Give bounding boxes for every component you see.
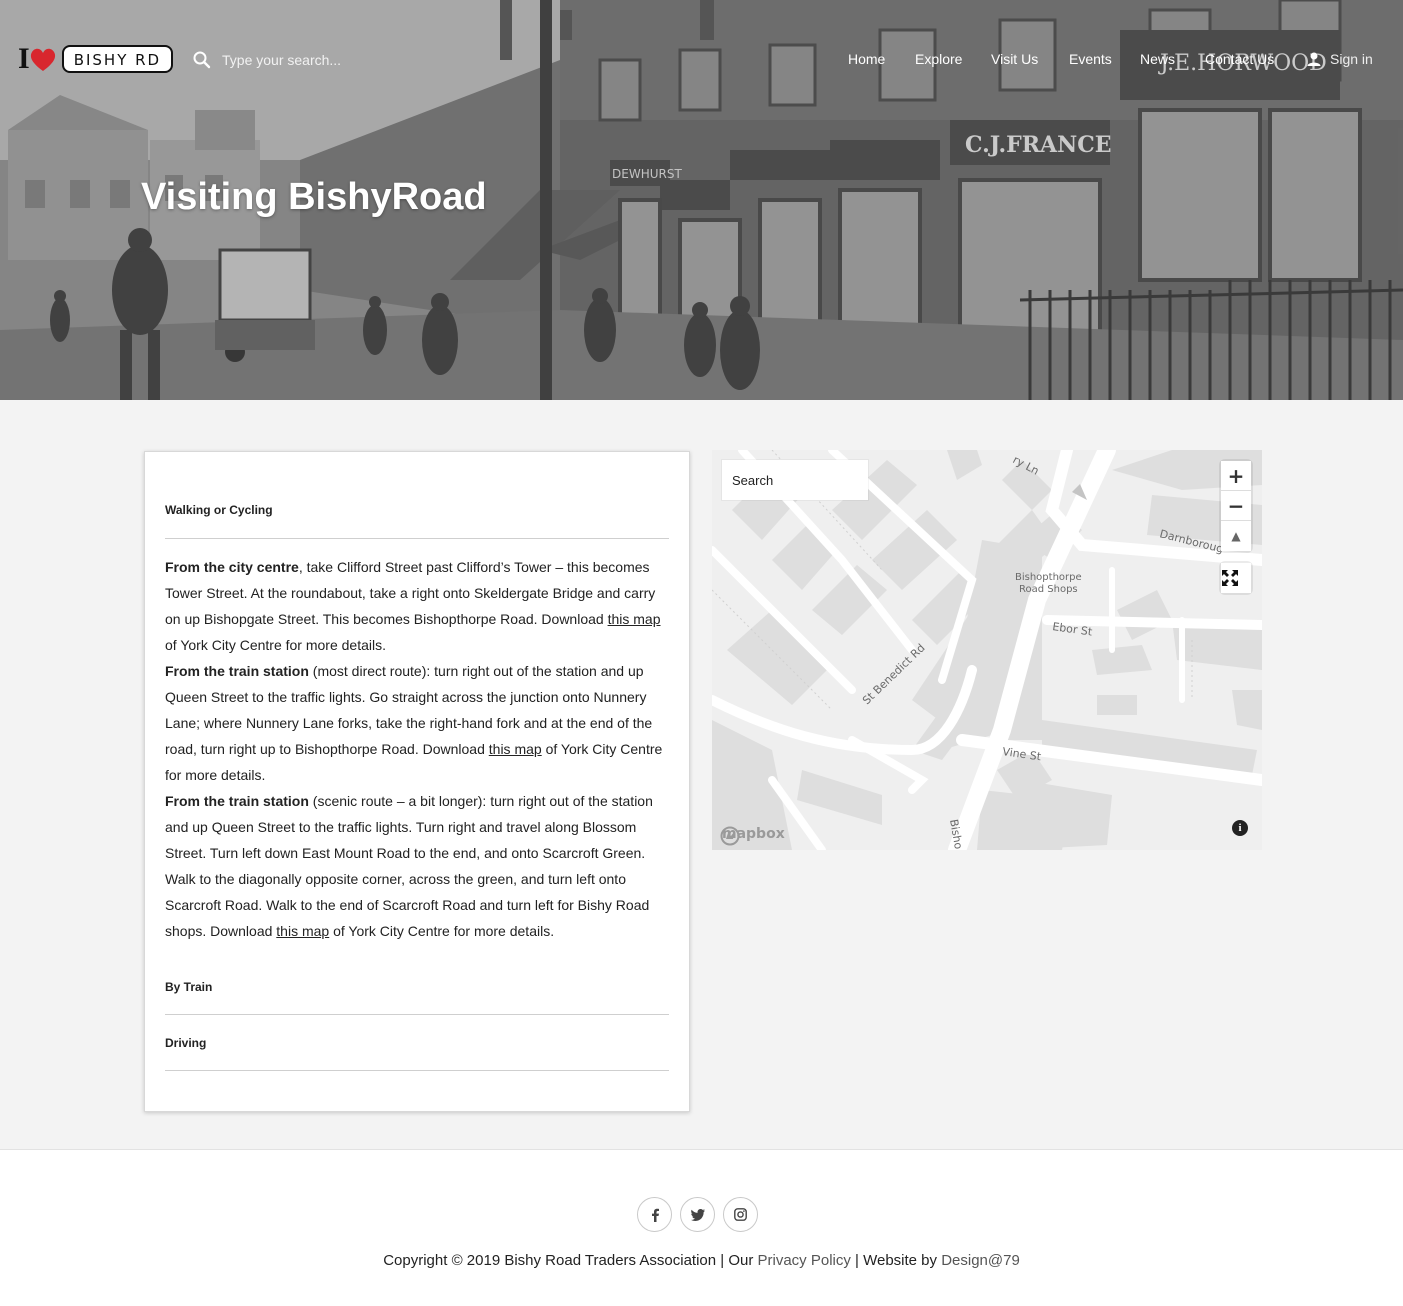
twitter-link[interactable]	[680, 1197, 715, 1232]
accordion-body-walking: From the city centre, take Clifford Stre…	[165, 554, 665, 944]
designer-link[interactable]: Design@79	[941, 1252, 1020, 1269]
directions-card: Walking or Cycling From the city centre,…	[144, 451, 690, 1112]
nav-home[interactable]: Home	[848, 51, 885, 67]
map-nav-controls: + − ▲	[1221, 461, 1251, 551]
fullscreen-button[interactable]	[1221, 563, 1251, 593]
route-text: (scenic route – a bit longer): turn righ…	[165, 793, 653, 939]
site-footer: Copyright © 2019 Bishy Road Traders Asso…	[0, 1149, 1403, 1306]
page-title: Visiting BishyRoad	[141, 176, 487, 218]
privacy-policy-link[interactable]: Privacy Policy	[758, 1252, 851, 1269]
accordion-header-driving[interactable]: Driving	[165, 1036, 206, 1050]
route-name: From the train station	[165, 663, 309, 679]
directions-paragraph: From the train station (most direct rout…	[165, 658, 665, 788]
zoom-out-button[interactable]: −	[1221, 491, 1251, 521]
nav-visit-us[interactable]: Visit Us	[991, 51, 1038, 67]
hero-banner: DEWHURST C.J.FRANCE J.E.HORWOOD I BISHY …	[0, 0, 1403, 400]
mapbox-icon	[720, 826, 740, 846]
directions-paragraph: From the city centre, take Clifford Stre…	[165, 554, 665, 658]
map-download-link[interactable]: this map	[608, 611, 661, 627]
map-search-input[interactable]	[722, 460, 868, 500]
sign-in-label: Sign in	[1330, 51, 1373, 67]
sign-in-link[interactable]: Sign in	[1306, 51, 1373, 67]
route-text-end: of York City Centre for more details.	[165, 637, 386, 653]
map-info-button[interactable]: i	[1232, 820, 1248, 836]
map-label-poi: Road Shops	[1019, 584, 1078, 595]
fullscreen-icon	[1222, 570, 1238, 586]
copyright-text: Copyright © 2019 Bishy Road Traders Asso…	[383, 1252, 758, 1269]
route-name: From the train station	[165, 793, 309, 809]
copyright-line: Copyright © 2019 Bishy Road Traders Asso…	[0, 1252, 1403, 1269]
facebook-link[interactable]	[637, 1197, 672, 1232]
nav-contact-us[interactable]: Contact Us	[1205, 51, 1274, 67]
social-links	[637, 1197, 766, 1232]
zoom-in-button[interactable]: +	[1221, 461, 1251, 491]
facebook-icon	[651, 1208, 659, 1222]
directions-paragraph: From the train station (scenic route – a…	[165, 788, 665, 944]
mapbox-attribution-logo[interactable]: mapbox	[720, 826, 785, 846]
map-tiles: ry Ln Darnboroug Bishopthorpe Road Shops…	[712, 450, 1262, 850]
instagram-link[interactable]	[723, 1197, 758, 1232]
map-search-box	[722, 460, 868, 500]
user-icon	[1307, 52, 1321, 66]
map-download-link[interactable]: this map	[489, 741, 542, 757]
route-text-end: of York City Centre for more details.	[329, 923, 555, 939]
divider	[165, 538, 669, 539]
compass-button[interactable]: ▲	[1221, 521, 1251, 551]
twitter-icon	[690, 1208, 705, 1221]
map-fullscreen-control	[1221, 563, 1251, 593]
divider	[165, 1070, 669, 1071]
location-map[interactable]: ry Ln Darnboroug Bishopthorpe Road Shops…	[712, 450, 1262, 850]
instagram-icon	[734, 1208, 747, 1221]
nav-explore[interactable]: Explore	[915, 51, 962, 67]
map-label-poi: Bishopthorpe	[1015, 572, 1082, 583]
website-by-text: | Website by	[850, 1252, 942, 1269]
map-download-link[interactable]: this map	[276, 923, 329, 939]
nav-events[interactable]: Events	[1069, 51, 1112, 67]
accordion-header-train[interactable]: By Train	[165, 980, 212, 994]
nav-news[interactable]: News	[1140, 51, 1175, 67]
route-name: From the city centre	[165, 559, 299, 575]
main-nav: Home Explore Visit Us Events News Contac…	[0, 51, 1403, 71]
accordion-header-walking[interactable]: Walking or Cycling	[165, 503, 273, 517]
divider	[165, 1014, 669, 1015]
